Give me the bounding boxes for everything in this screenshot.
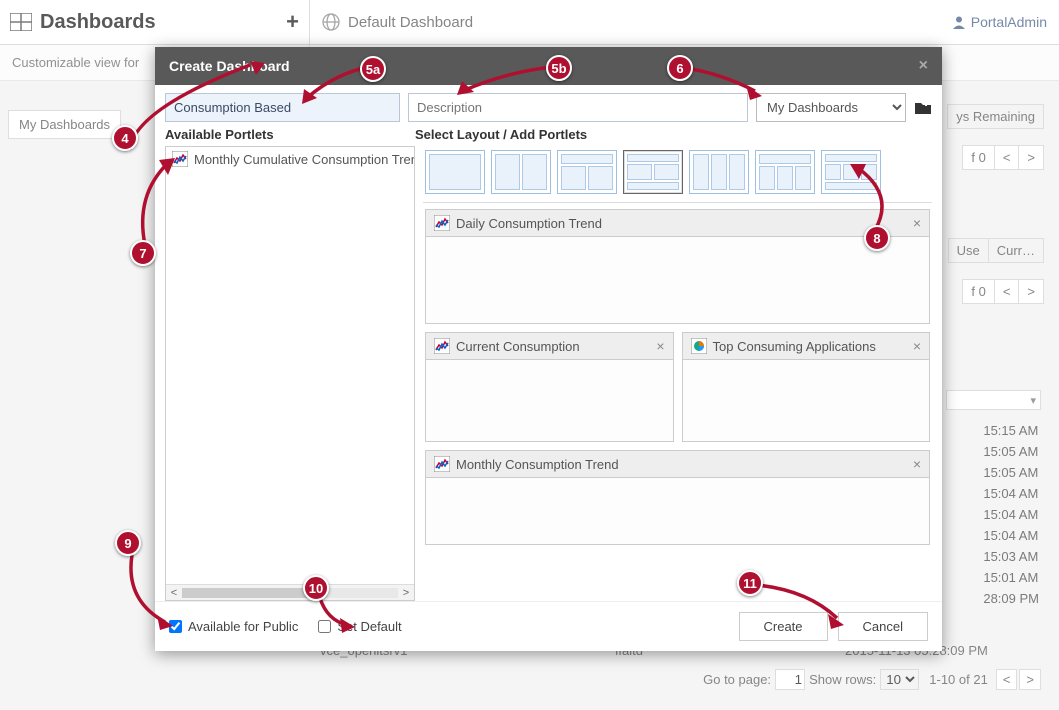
zone-title: Top Consuming Applications bbox=[713, 339, 876, 354]
dashboard-folder-select[interactable]: My Dashboards bbox=[756, 93, 906, 122]
zone-left[interactable]: Current Consumption × bbox=[425, 332, 674, 442]
zone-remove-button[interactable]: × bbox=[913, 338, 921, 354]
create-button[interactable]: Create bbox=[739, 612, 828, 641]
layout-top-3col[interactable] bbox=[755, 150, 815, 194]
create-dashboard-modal: Create Dashboard × My Dashboards Availab… bbox=[155, 47, 942, 651]
layout-picker bbox=[423, 146, 932, 203]
zone-remove-button[interactable]: × bbox=[913, 456, 921, 472]
chart-icon bbox=[172, 151, 188, 167]
zone-title: Monthly Consumption Trend bbox=[456, 457, 619, 472]
section-titles: Available Portlets Select Layout / Add P… bbox=[155, 127, 942, 146]
zone-right[interactable]: Top Consuming Applications × bbox=[682, 332, 931, 442]
zone-remove-button[interactable]: × bbox=[656, 338, 664, 354]
portlet-item-label: Monthly Cumulative Consumption Trend bbox=[194, 152, 414, 167]
scroll-left-icon[interactable]: < bbox=[166, 587, 182, 599]
scroll-thumb[interactable] bbox=[182, 588, 312, 598]
zone-title: Current Consumption bbox=[456, 339, 580, 354]
layout-area: Daily Consumption Trend × Current Consum… bbox=[423, 146, 932, 601]
layout-3col[interactable] bbox=[689, 150, 749, 194]
callout-8: 8 bbox=[864, 225, 890, 251]
set-default-label: Set Default bbox=[337, 619, 401, 634]
zone-title: Daily Consumption Trend bbox=[456, 216, 602, 231]
available-portlets-list: Monthly Cumulative Consumption Trend < > bbox=[165, 146, 415, 601]
layout-title: Select Layout / Add Portlets bbox=[415, 127, 587, 142]
portlet-hscroll[interactable]: < > bbox=[166, 584, 414, 600]
modal-inputs-row: My Dashboards bbox=[155, 85, 942, 127]
portlet-item[interactable]: Monthly Cumulative Consumption Trend bbox=[166, 147, 414, 171]
callout-5a: 5a bbox=[360, 56, 386, 82]
modal-footer: Available for Public Set Default Create … bbox=[155, 601, 942, 651]
zone-remove-button[interactable]: × bbox=[913, 215, 921, 231]
layout-top-2col-bottom[interactable] bbox=[623, 150, 683, 194]
dashboard-name-input[interactable] bbox=[165, 93, 400, 122]
zone-top[interactable]: Daily Consumption Trend × bbox=[425, 209, 930, 324]
layout-2col[interactable] bbox=[491, 150, 551, 194]
portlet-zones: Daily Consumption Trend × Current Consum… bbox=[423, 203, 932, 601]
callout-11: 11 bbox=[737, 570, 763, 596]
cancel-button[interactable]: Cancel bbox=[838, 612, 928, 641]
modal-body: Monthly Cumulative Consumption Trend < > bbox=[155, 146, 942, 601]
callout-5b: 5b bbox=[546, 55, 572, 81]
chart-icon bbox=[434, 215, 450, 231]
layout-top-2col[interactable] bbox=[557, 150, 617, 194]
callout-6: 6 bbox=[667, 55, 693, 81]
zone-bottom[interactable]: Monthly Consumption Trend × bbox=[425, 450, 930, 545]
set-default-input[interactable] bbox=[318, 620, 331, 633]
chart-icon bbox=[434, 456, 450, 472]
chart-icon bbox=[434, 338, 450, 354]
folder-add-icon[interactable] bbox=[914, 100, 932, 116]
available-public-input[interactable] bbox=[169, 620, 182, 633]
scroll-right-icon[interactable]: > bbox=[398, 587, 414, 599]
available-portlets-title: Available Portlets bbox=[165, 127, 415, 142]
available-public-label: Available for Public bbox=[188, 619, 298, 634]
callout-10: 10 bbox=[303, 575, 329, 601]
callout-7: 7 bbox=[130, 240, 156, 266]
set-default-checkbox[interactable]: Set Default bbox=[318, 619, 401, 634]
modal-close-button[interactable]: × bbox=[919, 57, 928, 75]
layout-top-3col-bottom[interactable] bbox=[821, 150, 881, 194]
pie-chart-icon bbox=[691, 338, 707, 354]
available-public-checkbox[interactable]: Available for Public bbox=[169, 619, 298, 634]
layout-1col[interactable] bbox=[425, 150, 485, 194]
callout-4: 4 bbox=[112, 125, 138, 151]
dashboard-description-input[interactable] bbox=[408, 93, 748, 122]
callout-9: 9 bbox=[115, 530, 141, 556]
modal-title: Create Dashboard bbox=[169, 58, 290, 74]
